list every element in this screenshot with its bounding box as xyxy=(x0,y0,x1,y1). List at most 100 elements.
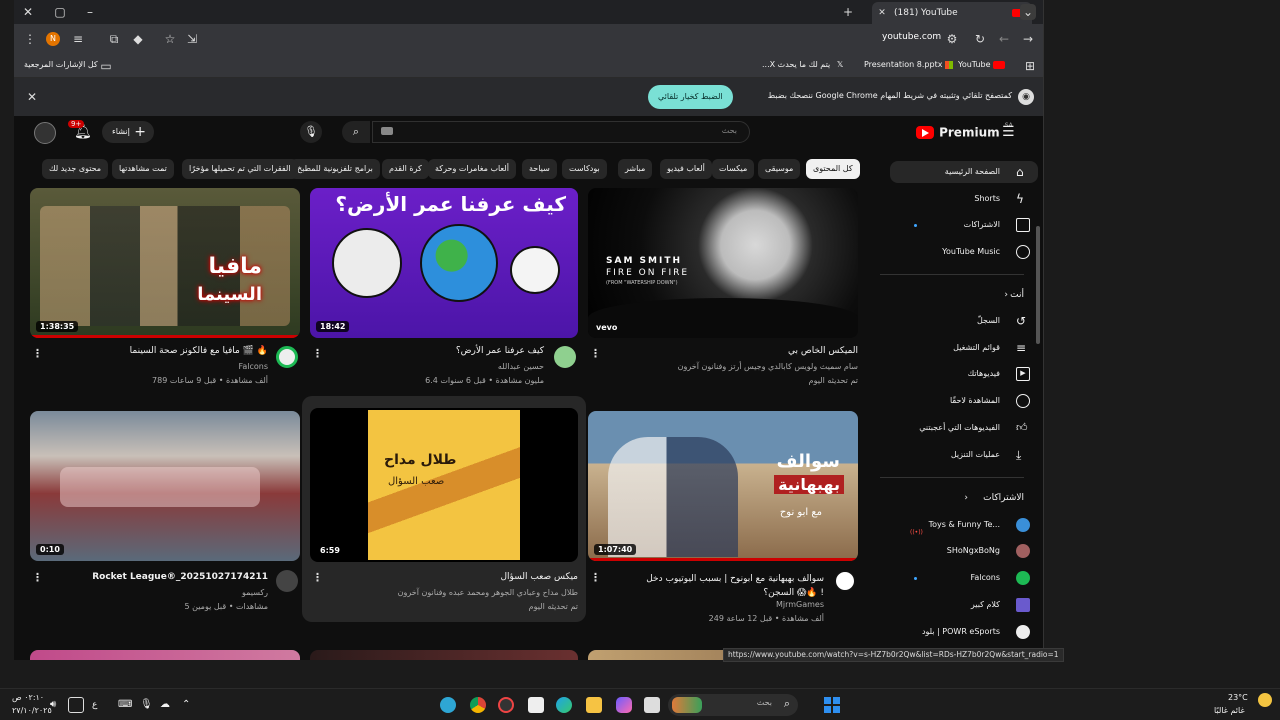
store-icon[interactable] xyxy=(528,697,544,713)
all-bookmarks-label[interactable]: كل الإشارات المرجعية xyxy=(24,60,98,69)
channel-avatar[interactable] xyxy=(554,346,576,368)
set-default-button[interactable]: الضبط كخيار تلقائي xyxy=(648,85,733,109)
video-title[interactable]: مافيا مع فالكونز صحة السينما 🎬 🔥 xyxy=(130,346,268,356)
menu-icon[interactable]: ⋮ xyxy=(22,31,38,47)
bookmark-youtube[interactable]: YouTube xyxy=(958,60,1006,69)
keyboard-icon[interactable]: ⌨ xyxy=(118,697,134,713)
chip-12[interactable]: محتوى جديد لك xyxy=(42,159,109,179)
video-title[interactable]: سوالف بهبهانية مع ابونوح | بسبب اليوتيوب… xyxy=(614,572,824,600)
file-explorer-icon[interactable] xyxy=(586,697,602,713)
sidebar-sub-item[interactable]: Toys & Funny Te... ((•)) xyxy=(890,514,1038,536)
reading-list-icon[interactable]: ≡ xyxy=(70,31,86,47)
sidebar-item-playlists[interactable]: قوائم التشغيل ≡ xyxy=(890,337,1038,359)
chip-1[interactable]: موسيقى xyxy=(758,159,801,179)
edge-icon[interactable] xyxy=(556,697,572,713)
video-title[interactable]: Rocket League®_20251027174211 xyxy=(92,572,268,582)
voice-search-icon[interactable]: 🎙︎ xyxy=(300,121,322,143)
tab-search-icon[interactable]: ⌄ xyxy=(1020,4,1036,20)
video-thumbnail[interactable]: كيف عرفنا عمر الأرض؟ 18:42 xyxy=(310,188,578,338)
youtube-logo[interactable]: Premium SA xyxy=(916,122,1013,141)
chip-0[interactable]: كل المحتوى xyxy=(806,159,860,179)
sidebar-item-shorts[interactable]: Shorts ϟ xyxy=(890,188,1038,210)
video-thumbnail[interactable] xyxy=(30,650,300,660)
chrome-taskbar-icon[interactable] xyxy=(470,697,486,713)
video-thumbnail[interactable]: 0:10 xyxy=(30,411,300,561)
chip-10[interactable]: الفقرات التي تم تحميلها مؤخرًا xyxy=(182,159,298,179)
channel-avatar[interactable] xyxy=(276,346,298,368)
task-view-icon[interactable] xyxy=(644,697,660,713)
video-channel[interactable]: MjrmGames xyxy=(776,600,824,609)
channel-avatar[interactable] xyxy=(276,570,298,592)
sidebar-sub-item[interactable]: SHoNgxBoNg xyxy=(890,540,1038,562)
account-avatar[interactable] xyxy=(34,122,56,144)
sidebar-sub-item[interactable]: Falcons xyxy=(890,567,1038,589)
chip-5[interactable]: بودكاست xyxy=(562,159,607,179)
diamond-icon[interactable]: ◆ xyxy=(130,31,146,47)
video-channel[interactable]: ﺭﻛﺴﻴﻤﻮ xyxy=(242,588,268,597)
bookmark-x[interactable]: ...X يتم لك ما يحدث 𝕏 xyxy=(762,60,843,69)
search-input[interactable]: بحث xyxy=(372,121,750,143)
maximize-icon[interactable]: ▢ xyxy=(52,4,68,20)
video-channel[interactable]: سام سميث ولويس كابالدي وجيس أرتز وفنانون… xyxy=(678,362,858,371)
chip-2[interactable]: ميكسات xyxy=(712,159,755,179)
extensions-icon[interactable]: ⧉ xyxy=(106,31,122,47)
chip-3[interactable]: ألعاب فيديو xyxy=(660,159,712,179)
sidebar-sub-item[interactable]: كلام كبير xyxy=(890,594,1038,616)
weather-temp[interactable]: 23°C xyxy=(1228,693,1248,702)
copilot-icon[interactable] xyxy=(616,697,632,713)
video-channel[interactable]: حسين عبدالله xyxy=(498,362,544,371)
sidebar-item-your-videos[interactable]: فيديوهاتك ▶ xyxy=(890,363,1038,385)
sidebar-item-history[interactable]: السجلّ ↺ xyxy=(890,310,1038,332)
video-thumbnail[interactable]: SAM SMITH FIRE ON FIRE (FROM "WATERSHIP … xyxy=(588,188,858,338)
language-indicator[interactable]: ع xyxy=(92,697,108,713)
back-icon[interactable]: → xyxy=(1020,31,1036,47)
sidebar-you-header[interactable]: أنت › xyxy=(890,284,1038,306)
chip-7[interactable]: ألعاب مغامرات وحركة xyxy=(428,159,516,179)
install-icon[interactable]: ⇲ xyxy=(184,31,200,47)
new-tab-icon[interactable]: + xyxy=(840,4,856,20)
create-button[interactable]: إنشاء + xyxy=(102,121,154,143)
bookmark-presentation[interactable]: Presentation 8.pptx xyxy=(864,60,953,69)
profile-avatar[interactable]: N xyxy=(46,32,60,46)
sidebar-item-downloads[interactable]: عمليات التنزيل ⤓ xyxy=(890,444,1038,466)
video-menu-icon[interactable]: ⋮ xyxy=(32,348,43,359)
sidebar-item-watch-later[interactable]: المشاهدة لاحقًا xyxy=(890,390,1038,412)
show-hidden-icons-icon[interactable]: ⌃ xyxy=(182,697,198,713)
chip-6[interactable]: سياحة xyxy=(522,159,557,179)
sidebar-item-home[interactable]: الصفحة الرئيسية ⌂ xyxy=(890,161,1038,183)
channel-avatar[interactable] xyxy=(834,570,856,592)
taskbar-search[interactable]: بحث ⌕ xyxy=(668,694,798,716)
sidebar-item-subscriptions[interactable]: الاشتراكات xyxy=(890,214,1038,236)
video-title[interactable]: كيف عرفنا عمر الأرض؟ xyxy=(456,346,544,356)
clock-time[interactable]: ٠٢:١٠ ص xyxy=(12,693,44,702)
page-scrollbar[interactable] xyxy=(1036,226,1040,344)
forward-icon[interactable]: ← xyxy=(996,31,1012,47)
video-menu-icon[interactable]: ⋮ xyxy=(32,572,43,583)
hamburger-menu-icon[interactable]: ☰ xyxy=(1002,124,1015,140)
recorder-icon[interactable] xyxy=(498,697,514,713)
chip-4[interactable]: مباشر xyxy=(618,159,653,179)
app-icon[interactable] xyxy=(440,697,456,713)
sidebar-item-liked[interactable]: الفيديوهات التي أعجبتني 👍︎ xyxy=(890,417,1038,439)
keyboard-icon[interactable] xyxy=(381,127,393,135)
weather-desc[interactable]: غائم غالبًا xyxy=(1214,706,1245,715)
video-channel[interactable]: Falcons xyxy=(238,362,268,371)
close-infobar-icon[interactable]: ✕ xyxy=(24,89,40,105)
video-menu-icon[interactable]: ⋮ xyxy=(312,572,323,583)
video-title[interactable]: الميكس الخاص بي xyxy=(788,346,858,356)
close-window-icon[interactable]: ✕ xyxy=(20,4,36,20)
sidebar-item-music[interactable]: YouTube Music xyxy=(890,241,1038,263)
onedrive-icon[interactable]: ☁ xyxy=(160,697,176,713)
chip-9[interactable]: برامج تلفزيونية للمطبخ xyxy=(290,159,380,179)
video-thumbnail[interactable]: مافيا السينما 1:38:35 xyxy=(30,188,300,338)
minimize-icon[interactable]: – xyxy=(82,4,98,20)
active-tab[interactable]: ✕ (181) YouTube xyxy=(872,2,1032,24)
video-menu-icon[interactable]: ⋮ xyxy=(590,348,601,359)
video-channel[interactable]: طلال مداح وعبادي الجوهر ومحمد عبده وفنان… xyxy=(398,588,578,597)
sidebar-sub-item[interactable]: بلود | POWR eSports xyxy=(890,621,1038,643)
video-menu-icon[interactable]: ⋮ xyxy=(312,348,323,359)
bookmark-star-icon[interactable]: ☆ xyxy=(162,31,178,47)
network-icon[interactable] xyxy=(68,697,84,713)
url-text[interactable]: youtube.com xyxy=(882,32,941,42)
microphone-icon[interactable]: 🎙︎ xyxy=(140,697,156,713)
